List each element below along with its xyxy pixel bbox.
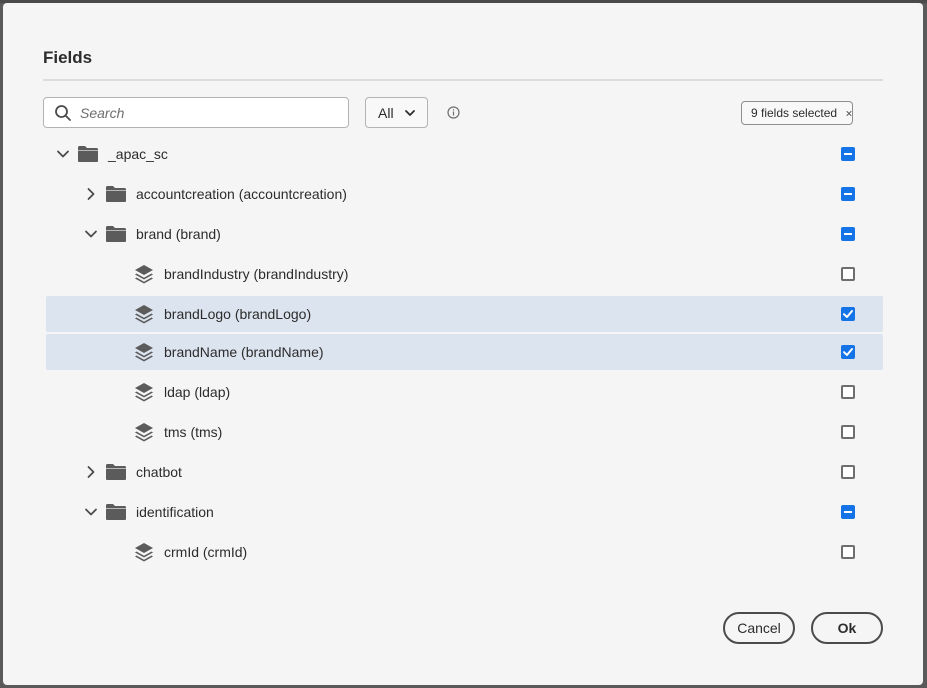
- tree-row[interactable]: brandIndustry (brandIndustry): [46, 254, 883, 294]
- tree-row[interactable]: ldap (ldap): [46, 372, 883, 412]
- chevron-down-icon[interactable]: [56, 147, 70, 161]
- row-checkbox[interactable]: [841, 505, 855, 519]
- folder-icon: [105, 463, 127, 481]
- folder-icon: [105, 185, 127, 203]
- chevron-down-icon: [404, 109, 415, 116]
- row-checkbox[interactable]: [841, 307, 855, 321]
- tree-row[interactable]: _apac_sc: [46, 134, 883, 174]
- field-layers-icon: [133, 541, 155, 563]
- filter-value: All: [378, 104, 394, 121]
- tree-row[interactable]: brand (brand): [46, 214, 883, 254]
- folder-icon: [77, 145, 99, 163]
- tree-row[interactable]: brandName (brandName): [46, 334, 883, 370]
- fields-dialog: Fields All 9 fields selected _apac_scacc…: [3, 3, 923, 685]
- row-checkbox[interactable]: [841, 425, 855, 439]
- chevron-down-icon[interactable]: [84, 227, 98, 241]
- folder-icon: [105, 225, 127, 243]
- row-checkbox[interactable]: [841, 187, 855, 201]
- tree-row-label: chatbot: [136, 464, 182, 480]
- row-checkbox[interactable]: [841, 227, 855, 241]
- field-layers-icon: [133, 421, 155, 443]
- chevron-right-icon[interactable]: [84, 187, 98, 201]
- tree-row-label: ldap (ldap): [164, 384, 231, 400]
- folder-icon: [105, 503, 127, 521]
- title-divider: [43, 79, 883, 81]
- tree-row[interactable]: crmId (crmId): [46, 532, 883, 572]
- row-checkbox[interactable]: [841, 545, 855, 559]
- chevron-down-icon[interactable]: [84, 505, 98, 519]
- tree-row[interactable]: chatbot: [46, 452, 883, 492]
- search-field[interactable]: [43, 97, 349, 128]
- tree-row[interactable]: accountcreation (accountcreation): [46, 174, 883, 214]
- search-input[interactable]: [80, 104, 330, 121]
- row-checkbox[interactable]: [841, 345, 855, 359]
- search-icon: [55, 104, 71, 121]
- tree-row-label: accountcreation (accountcreation): [136, 186, 347, 202]
- info-icon[interactable]: [447, 106, 460, 119]
- row-checkbox[interactable]: [841, 465, 855, 479]
- tree-row-label: identification: [136, 504, 214, 520]
- checkmark-icon: [843, 310, 853, 318]
- tree-row-label: brandLogo (brandLogo): [164, 306, 312, 322]
- tree-row-label: brand (brand): [136, 226, 221, 242]
- field-layers-icon: [133, 263, 155, 285]
- row-checkbox[interactable]: [841, 267, 855, 281]
- field-layers-icon: [133, 341, 155, 363]
- field-layers-icon: [133, 303, 155, 325]
- tree-row-label: brandIndustry (brandIndustry): [164, 266, 349, 282]
- tree-row-label: tms (tms): [164, 424, 223, 440]
- tree-row[interactable]: identification: [46, 492, 883, 532]
- tree-row-label: brandName (brandName): [164, 344, 324, 360]
- row-checkbox[interactable]: [841, 385, 855, 399]
- clear-selection-icon[interactable]: [846, 109, 852, 118]
- selected-fields-count: 9 fields selected: [751, 106, 838, 120]
- field-layers-icon: [133, 381, 155, 403]
- chevron-right-icon[interactable]: [84, 465, 98, 479]
- checkmark-icon: [843, 348, 853, 356]
- field-tree: _apac_sc accountcreation (accountcreation…: [46, 134, 883, 572]
- selected-fields-tag: 9 fields selected: [741, 101, 853, 125]
- row-checkbox[interactable]: [841, 147, 855, 161]
- filter-dropdown[interactable]: All: [365, 97, 428, 128]
- tree-row[interactable]: tms (tms): [46, 412, 883, 452]
- tree-row-label: crmId (crmId): [164, 544, 248, 560]
- ok-button[interactable]: Ok: [811, 612, 883, 644]
- tree-row-label: _apac_sc: [108, 146, 168, 162]
- cancel-button[interactable]: Cancel: [723, 612, 795, 644]
- dialog-title: Fields: [43, 48, 93, 67]
- tree-row[interactable]: brandLogo (brandLogo): [46, 296, 883, 332]
